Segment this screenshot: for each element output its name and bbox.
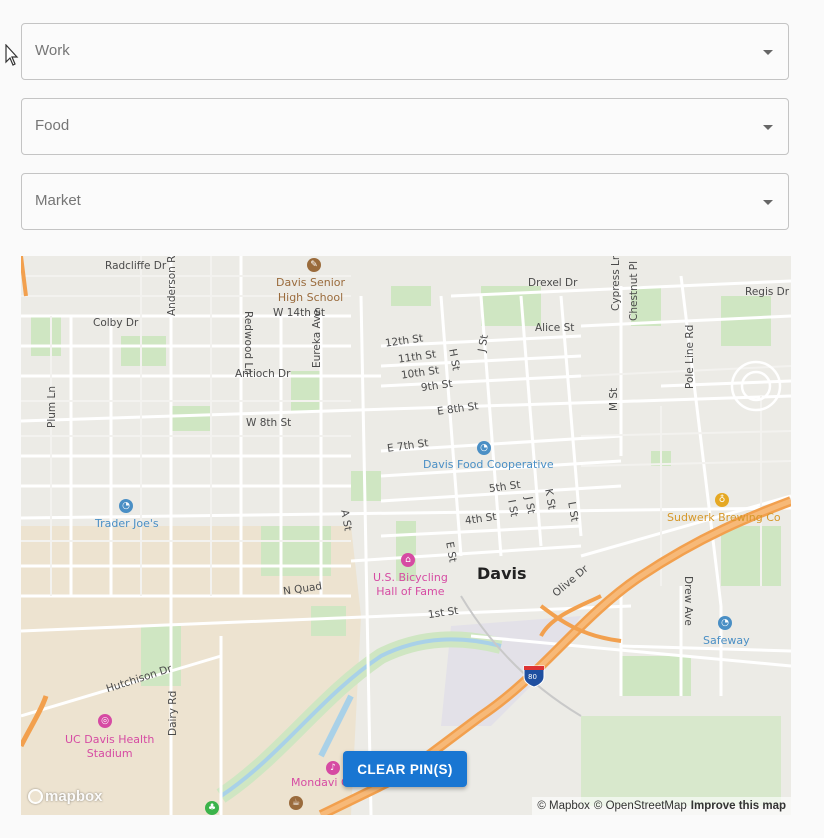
mouse-cursor-icon — [5, 44, 19, 66]
food-select-label: Food — [35, 117, 70, 134]
mapbox-logo-icon — [28, 789, 43, 804]
chevron-down-icon — [763, 125, 773, 130]
street-label: Drew Ave — [682, 576, 694, 626]
improve-map-link[interactable]: Improve this map — [691, 797, 786, 815]
street-label: A St — [338, 508, 354, 532]
poi-label-uc-davis: UC Davis Health Stadium — [65, 733, 155, 761]
work-select[interactable]: Work — [21, 23, 789, 80]
poi-label-bicycling-hall: U.S. Bicycling Hall of Fame — [373, 571, 448, 599]
street-label: H St — [446, 347, 462, 372]
grocery-icon[interactable]: ◔ — [718, 616, 732, 630]
street-label: Radcliffe Dr — [105, 260, 167, 272]
street-label: Chestnut Pl — [628, 260, 640, 321]
poi-label-safeway: Safeway — [703, 634, 750, 647]
street-label: Anderson Rd — [166, 256, 178, 316]
poi-label-trader-joes: Trader Joe's — [95, 517, 159, 530]
map-canvas[interactable]: Radcliffe Dr Anderson Rd Redwood Ln W 14… — [21, 256, 791, 815]
mapbox-logo-text: mapbox — [45, 788, 103, 805]
park-icon[interactable]: ♣ — [205, 801, 219, 815]
mapbox-logo[interactable]: mapbox — [28, 788, 103, 805]
street-label: Regis Dr — [745, 286, 790, 298]
street-label: K St — [542, 487, 558, 511]
school-icon[interactable]: ✎ — [307, 258, 321, 272]
poi-label-food-coop: Davis Food Cooperative — [423, 458, 554, 471]
interstate-shield-label: 80 — [528, 673, 537, 681]
grocery-icon[interactable]: ◔ — [477, 441, 491, 455]
street-label: Pole Line Rd — [684, 324, 696, 389]
cafe-icon[interactable]: ☕ — [289, 796, 303, 810]
work-select-label: Work — [35, 42, 70, 59]
stadium-icon[interactable]: ◎ — [98, 714, 112, 728]
market-select-label: Market — [35, 192, 81, 209]
street-label: I St — [505, 498, 520, 518]
street-label: Redwood Ln — [242, 311, 254, 375]
poi-label-mondavi: Mondavi C — [291, 776, 349, 789]
street-label: L St — [565, 500, 581, 523]
street-label: M St — [608, 387, 620, 411]
poi-label-senior-high: Davis Senior High School — [276, 276, 346, 304]
clear-pins-button[interactable]: CLEAR PIN(S) — [343, 751, 467, 787]
street-label: W 8th St — [246, 417, 292, 429]
street-label: Colby Dr — [93, 317, 139, 329]
chevron-down-icon — [763, 50, 773, 55]
map-attribution: © Mapbox © OpenStreetMap Improve this ma… — [532, 797, 791, 815]
grocery-icon[interactable]: ◔ — [119, 499, 133, 513]
street-label: J St — [522, 495, 537, 515]
street-label: Drexel Dr — [528, 277, 578, 289]
museum-icon[interactable]: ⌂ — [401, 553, 415, 567]
street-label: Dairy Rd — [167, 690, 179, 736]
city-label: Davis — [477, 564, 527, 583]
food-select[interactable]: Food — [21, 98, 789, 155]
street-label: Cypress Ln — [610, 256, 622, 311]
theater-icon[interactable]: ♪ — [326, 761, 340, 775]
street-label: E St — [443, 540, 459, 564]
street-label: Antioch Dr — [235, 368, 291, 380]
brewery-icon[interactable]: ♁ — [715, 493, 729, 507]
street-label: Eureka Ave — [311, 309, 323, 368]
chevron-down-icon — [763, 200, 773, 205]
street-label: Plum Ln — [46, 386, 58, 428]
osm-attribution-link[interactable]: © OpenStreetMap — [594, 797, 687, 815]
street-label: Alice St — [535, 322, 575, 334]
street-label: J St — [476, 333, 491, 353]
mapbox-attribution-link[interactable]: © Mapbox — [537, 797, 590, 815]
market-select[interactable]: Market — [21, 173, 789, 230]
poi-label-sudwerk: Sudwerk Brewing Co — [667, 511, 781, 524]
